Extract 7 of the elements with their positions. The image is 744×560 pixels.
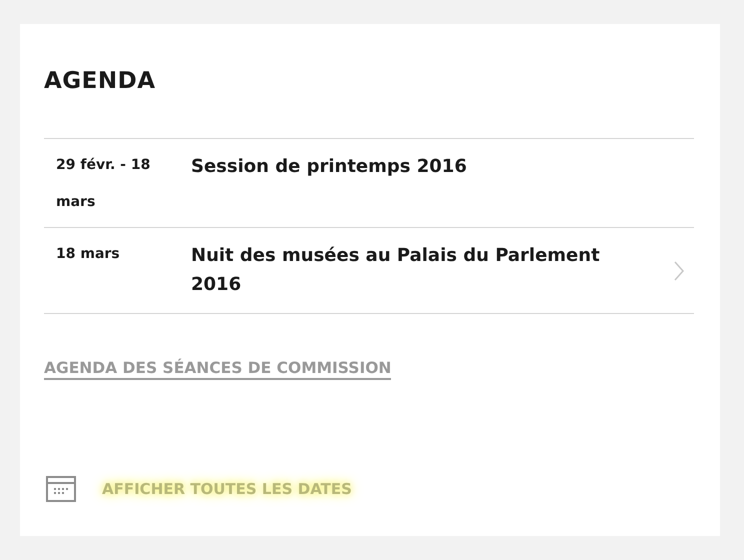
calendar-icon	[46, 476, 76, 502]
event-date: 18 mars	[56, 245, 121, 264]
chevron-right-icon[interactable]	[674, 261, 684, 281]
event-title-link[interactable]: Nuit des musées au Palais du Parlement 2016	[191, 241, 631, 299]
event-title-link[interactable]: Session de printemps 2016	[191, 152, 631, 181]
event-date: 29 févr. - 18 mars	[56, 156, 152, 212]
agenda-heading: AGENDA	[44, 68, 157, 94]
